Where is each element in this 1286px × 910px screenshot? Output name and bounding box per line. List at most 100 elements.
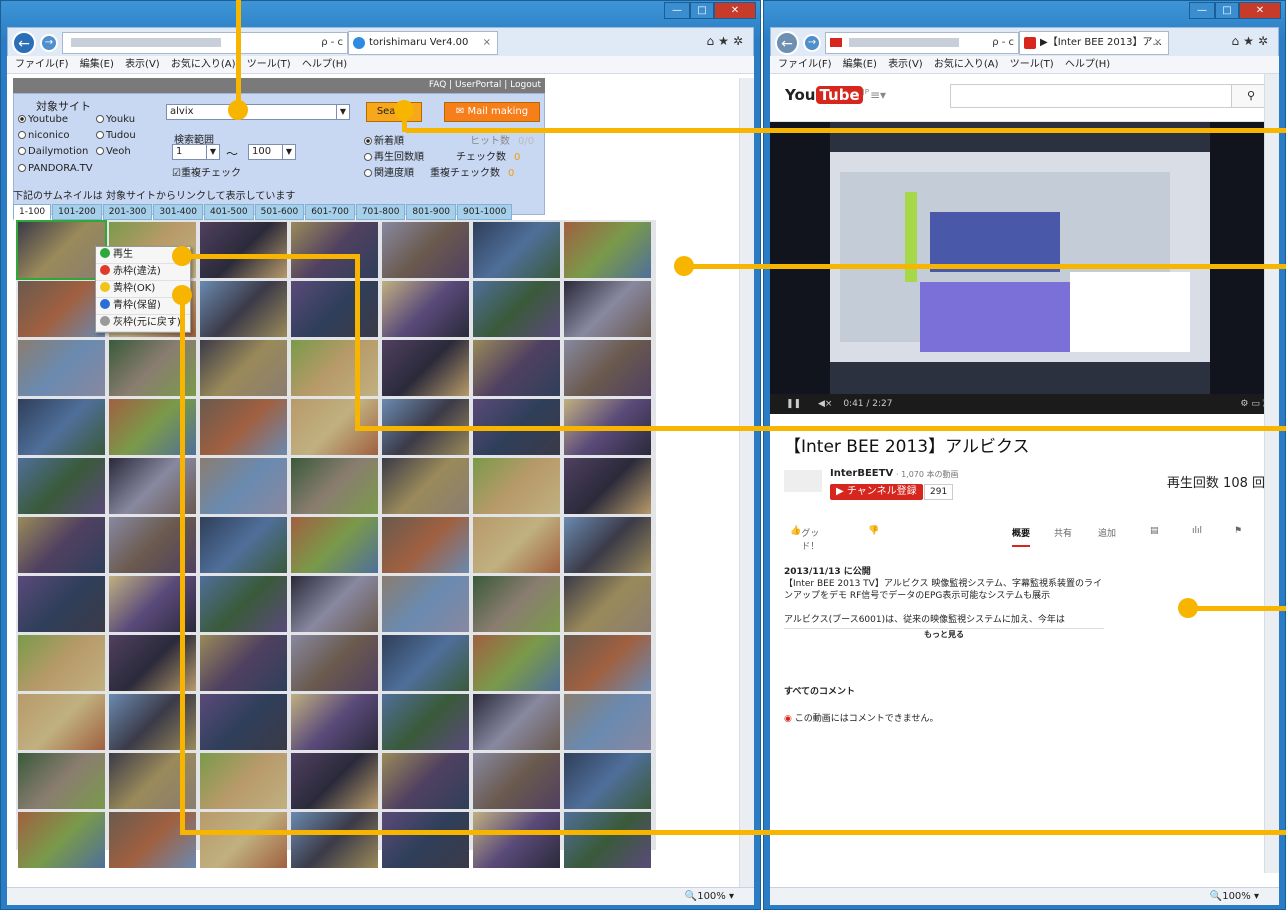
show-more-button[interactable]: もっと見る — [784, 628, 1104, 641]
video-thumbnail[interactable] — [564, 694, 651, 750]
site-tudou[interactable]: Tudou — [96, 130, 136, 141]
page-tab-2[interactable]: 101-200 — [52, 204, 102, 220]
video-thumbnail[interactable] — [18, 340, 105, 396]
video-thumbnail[interactable] — [382, 340, 469, 396]
menu-edit[interactable]: 編集(E) — [80, 59, 114, 70]
menu-view[interactable]: 表示(V) — [125, 59, 160, 70]
menu-tools[interactable]: ツール(T) — [247, 59, 291, 70]
tab-close-icon[interactable]: × — [483, 32, 491, 54]
youtube-logo[interactable]: You Tube JP — [784, 86, 869, 104]
video-thumbnail[interactable] — [382, 812, 469, 868]
menu-help[interactable]: ヘルプ(H) — [1065, 59, 1110, 70]
page-tab-7[interactable]: 601-700 — [305, 204, 355, 220]
site-pandora[interactable]: PANDORA.TV — [18, 163, 93, 174]
video-thumbnail[interactable] — [18, 458, 105, 514]
video-thumbnail[interactable] — [291, 576, 378, 632]
menu-tools[interactable]: ツール(T) — [1010, 59, 1054, 70]
video-thumbnail[interactable] — [473, 458, 560, 514]
youtube-search-box[interactable] — [950, 84, 1232, 108]
video-thumbnail[interactable] — [291, 753, 378, 809]
ctx-red[interactable]: 赤枠(違法) — [96, 264, 190, 281]
toolbar-icons[interactable]: ⌂★✲ — [707, 34, 747, 48]
minimize-icon[interactable]: — — [1189, 2, 1215, 19]
guide-menu-icon[interactable]: ≡▾ — [870, 88, 886, 102]
video-thumbnail[interactable] — [382, 576, 469, 632]
video-thumbnail[interactable] — [18, 812, 105, 868]
toolbar-icons[interactable]: ⌂★✲ — [1232, 34, 1272, 48]
video-thumbnail[interactable] — [291, 517, 378, 573]
video-thumbnail[interactable] — [291, 458, 378, 514]
video-thumbnail[interactable] — [291, 340, 378, 396]
left-tab[interactable]: torishimaru Ver4.00 × — [348, 31, 498, 55]
video-thumbnail[interactable] — [473, 281, 560, 337]
header-links[interactable]: FAQ | UserPortal | Logout — [13, 78, 545, 93]
video-thumbnail[interactable] — [382, 222, 469, 278]
tab-add[interactable]: 追加 — [1098, 526, 1116, 539]
video-thumbnail[interactable] — [564, 635, 651, 691]
subscribe-button[interactable]: ▶ チャンネル登録 — [830, 484, 923, 500]
video-thumbnail[interactable] — [200, 812, 287, 868]
video-thumbnail[interactable] — [473, 340, 560, 396]
channel-name[interactable]: InterBEETV — [830, 468, 893, 479]
video-thumbnail[interactable] — [18, 694, 105, 750]
address-bar[interactable]: ρ - c — [62, 32, 348, 54]
address-bar[interactable]: ρ - c — [825, 32, 1019, 54]
left-scrollbar[interactable] — [739, 78, 754, 887]
video-thumbnail[interactable] — [564, 281, 651, 337]
video-thumbnail[interactable] — [564, 458, 651, 514]
maximize-icon[interactable]: □ — [1215, 2, 1239, 19]
right-tab[interactable]: ▶【Inter BEE 2013】ア... × — [1019, 31, 1169, 55]
site-veoh[interactable]: Veoh — [96, 146, 131, 157]
site-youku[interactable]: Youku — [96, 114, 135, 125]
video-thumbnail[interactable] — [473, 635, 560, 691]
video-thumbnail[interactable] — [200, 340, 287, 396]
sort-views[interactable]: 再生回数順 — [364, 148, 424, 163]
video-thumbnail[interactable] — [200, 281, 287, 337]
video-thumbnail[interactable] — [18, 753, 105, 809]
page-tab-10[interactable]: 901-1000 — [457, 204, 513, 220]
video-thumbnail[interactable] — [200, 399, 287, 455]
tab-close-icon[interactable]: × — [1154, 32, 1162, 54]
pause-icon[interactable]: ❚❚ — [786, 399, 801, 409]
transcript-icon[interactable]: ▤ — [1150, 526, 1159, 536]
menu-favorites[interactable]: お気に入り(A) — [171, 59, 236, 70]
video-thumbnail[interactable] — [291, 635, 378, 691]
video-thumbnail[interactable] — [382, 281, 469, 337]
forward-icon[interactable]: → — [803, 34, 821, 52]
video-thumbnail[interactable] — [473, 812, 560, 868]
video-thumbnail[interactable] — [382, 753, 469, 809]
video-thumbnail[interactable] — [200, 458, 287, 514]
menu-favorites[interactable]: お気に入り(A) — [934, 59, 999, 70]
zoom-level[interactable]: 100% — [697, 891, 726, 902]
channel-avatar[interactable] — [784, 470, 822, 492]
video-thumbnail[interactable] — [564, 812, 651, 868]
video-thumbnail[interactable] — [564, 340, 651, 396]
menu-view[interactable]: 表示(V) — [888, 59, 923, 70]
video-thumbnail[interactable] — [291, 694, 378, 750]
video-thumbnail[interactable] — [200, 694, 287, 750]
back-icon[interactable]: ← — [12, 31, 36, 55]
video-thumbnail[interactable] — [473, 222, 560, 278]
video-thumbnail[interactable] — [18, 635, 105, 691]
forward-icon[interactable]: → — [40, 34, 58, 52]
minimize-icon[interactable]: — — [664, 2, 690, 19]
video-thumbnail[interactable] — [382, 458, 469, 514]
stats-icon[interactable]: ılıl — [1192, 526, 1202, 536]
video-thumbnail[interactable] — [564, 222, 651, 278]
youtube-search-input[interactable] — [951, 85, 1231, 107]
keyword-select[interactable]: alvix ▼ — [166, 104, 350, 120]
mail-making-button[interactable]: ✉ Mail making — [444, 102, 540, 122]
menu-file[interactable]: ファイル(F) — [15, 59, 69, 70]
video-thumbnail[interactable] — [473, 753, 560, 809]
video-thumbnail[interactable] — [473, 694, 560, 750]
back-icon[interactable]: ← — [775, 31, 799, 55]
video-thumbnail[interactable] — [18, 576, 105, 632]
address-controls[interactable]: ρ - c — [321, 33, 343, 53]
page-tab-3[interactable]: 201-300 — [102, 204, 153, 220]
video-thumbnail[interactable] — [382, 635, 469, 691]
video-thumbnail[interactable] — [291, 222, 378, 278]
video-thumbnail[interactable] — [382, 517, 469, 573]
dislike-icon[interactable]: 👎 — [868, 526, 879, 536]
video-thumbnail[interactable] — [200, 753, 287, 809]
video-thumbnail[interactable] — [564, 576, 651, 632]
